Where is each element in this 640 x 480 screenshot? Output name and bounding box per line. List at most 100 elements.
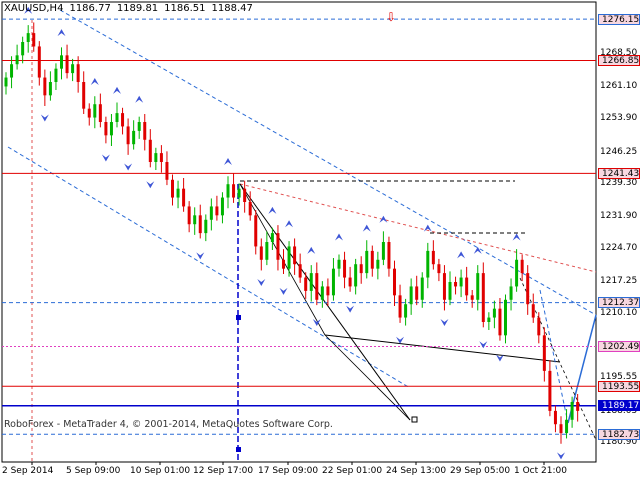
level-label: 1193.55 <box>598 380 640 392</box>
candle-body <box>71 64 75 74</box>
candle-body <box>26 33 30 42</box>
candle-body <box>137 122 141 131</box>
candle-body <box>442 273 446 300</box>
level-label: 1266.85 <box>598 54 640 66</box>
x-tick-label: 10 Sep 01:00 <box>130 466 191 476</box>
candle-body <box>10 64 14 78</box>
x-tick-label: 2 Sep 2014 <box>2 466 54 476</box>
candle-body <box>109 122 113 136</box>
candle-body <box>165 162 169 180</box>
candle-body <box>293 246 297 265</box>
x-tick-label: 12 Sep 17:00 <box>193 466 254 476</box>
candle-body <box>154 153 158 162</box>
candle-body <box>359 264 363 274</box>
candle-body <box>248 202 252 216</box>
candle-body <box>387 242 391 269</box>
candle-body <box>331 268 335 296</box>
candle-body <box>54 68 58 82</box>
candle-body <box>498 308 502 336</box>
copyright-text: RoboForex - MetaTrader 4, © 2001-2014, M… <box>4 419 333 430</box>
x-tick-label: 5 Sep 09:00 <box>66 466 121 476</box>
candle-body <box>320 286 324 300</box>
candle-body <box>226 184 230 198</box>
candle-body <box>93 104 97 118</box>
candle-body <box>420 277 424 300</box>
x-tick-label: 17 Sep 09:00 <box>258 466 319 476</box>
y-tick-label: 1224.70 <box>600 242 638 253</box>
candle-body <box>304 277 308 291</box>
header-high: 1189.81 <box>116 3 159 14</box>
candle-body <box>548 370 552 411</box>
candle-body <box>65 55 69 74</box>
candle-body <box>4 77 8 87</box>
level-label: 1276.15 <box>598 13 640 25</box>
candle-body <box>176 188 180 198</box>
candle-body <box>515 259 519 287</box>
down-arrow-icon: ⇩ <box>386 10 396 24</box>
candle-body <box>309 273 313 291</box>
candle-body <box>481 273 485 322</box>
candle-body <box>520 259 524 274</box>
candle-body <box>282 259 285 269</box>
candle-body <box>287 246 291 269</box>
candle-body <box>337 259 341 269</box>
candle-body <box>298 264 302 278</box>
header-close: 1188.47 <box>211 3 253 14</box>
candle-body <box>570 402 574 420</box>
marker-square <box>236 447 241 452</box>
candle-body <box>148 139 152 162</box>
candle-body <box>254 215 258 247</box>
candle-body <box>21 42 25 56</box>
candle-body <box>315 273 319 300</box>
marker-square <box>236 315 241 320</box>
chart-header: XAUUSD,H4 1186.77 1189.81 1186.51 1188.47 <box>4 3 259 14</box>
candle-body <box>143 122 147 140</box>
y-tick-label: 1231.90 <box>600 210 638 221</box>
x-tick-label: 1 Oct 21:00 <box>514 466 567 476</box>
y-tick-label: 1210.10 <box>600 307 638 318</box>
y-tick-label: 1253.90 <box>600 113 638 123</box>
candle-body <box>409 286 413 305</box>
candle-body <box>437 264 441 274</box>
candle-body <box>459 277 463 287</box>
candle-body <box>398 295 402 318</box>
candle-body <box>243 188 247 202</box>
candle-body <box>326 286 330 296</box>
candle-body <box>182 188 186 207</box>
level-label: 1212.37 <box>598 297 640 309</box>
candle-body <box>365 250 369 274</box>
x-tick-label: 29 Sep 05:00 <box>450 466 511 476</box>
candle-body <box>115 113 119 122</box>
candle-body <box>171 179 174 198</box>
candle-body <box>370 250 374 269</box>
candle-body <box>76 64 80 82</box>
candle-body <box>576 402 580 411</box>
candle-body <box>37 46 41 78</box>
y-tick-label: 1246.25 <box>600 147 638 157</box>
candle-body <box>415 286 419 300</box>
candle-body <box>381 242 385 260</box>
candle-body <box>232 184 236 198</box>
candle-body <box>82 82 86 109</box>
candle-body <box>565 419 569 434</box>
price-chart: ⇩ <box>0 0 640 480</box>
candle-body <box>348 277 352 287</box>
candle-body <box>526 273 530 305</box>
candle-body <box>276 233 280 260</box>
candle-body <box>343 259 347 278</box>
candle-body <box>542 335 546 371</box>
candle-body <box>265 242 269 260</box>
candle-body <box>193 215 197 225</box>
candle-body <box>159 153 163 162</box>
candle-body <box>43 77 47 96</box>
header-low: 1186.51 <box>164 3 206 14</box>
candle-body <box>476 273 480 300</box>
candle-body <box>492 308 496 318</box>
candle-body <box>104 122 108 136</box>
candle-body <box>98 104 102 122</box>
x-tick-label: 24 Sep 13:00 <box>386 466 447 476</box>
candle-body <box>376 259 380 269</box>
candle-body <box>404 304 408 318</box>
candle-body <box>537 317 541 336</box>
candle-body <box>454 282 458 287</box>
